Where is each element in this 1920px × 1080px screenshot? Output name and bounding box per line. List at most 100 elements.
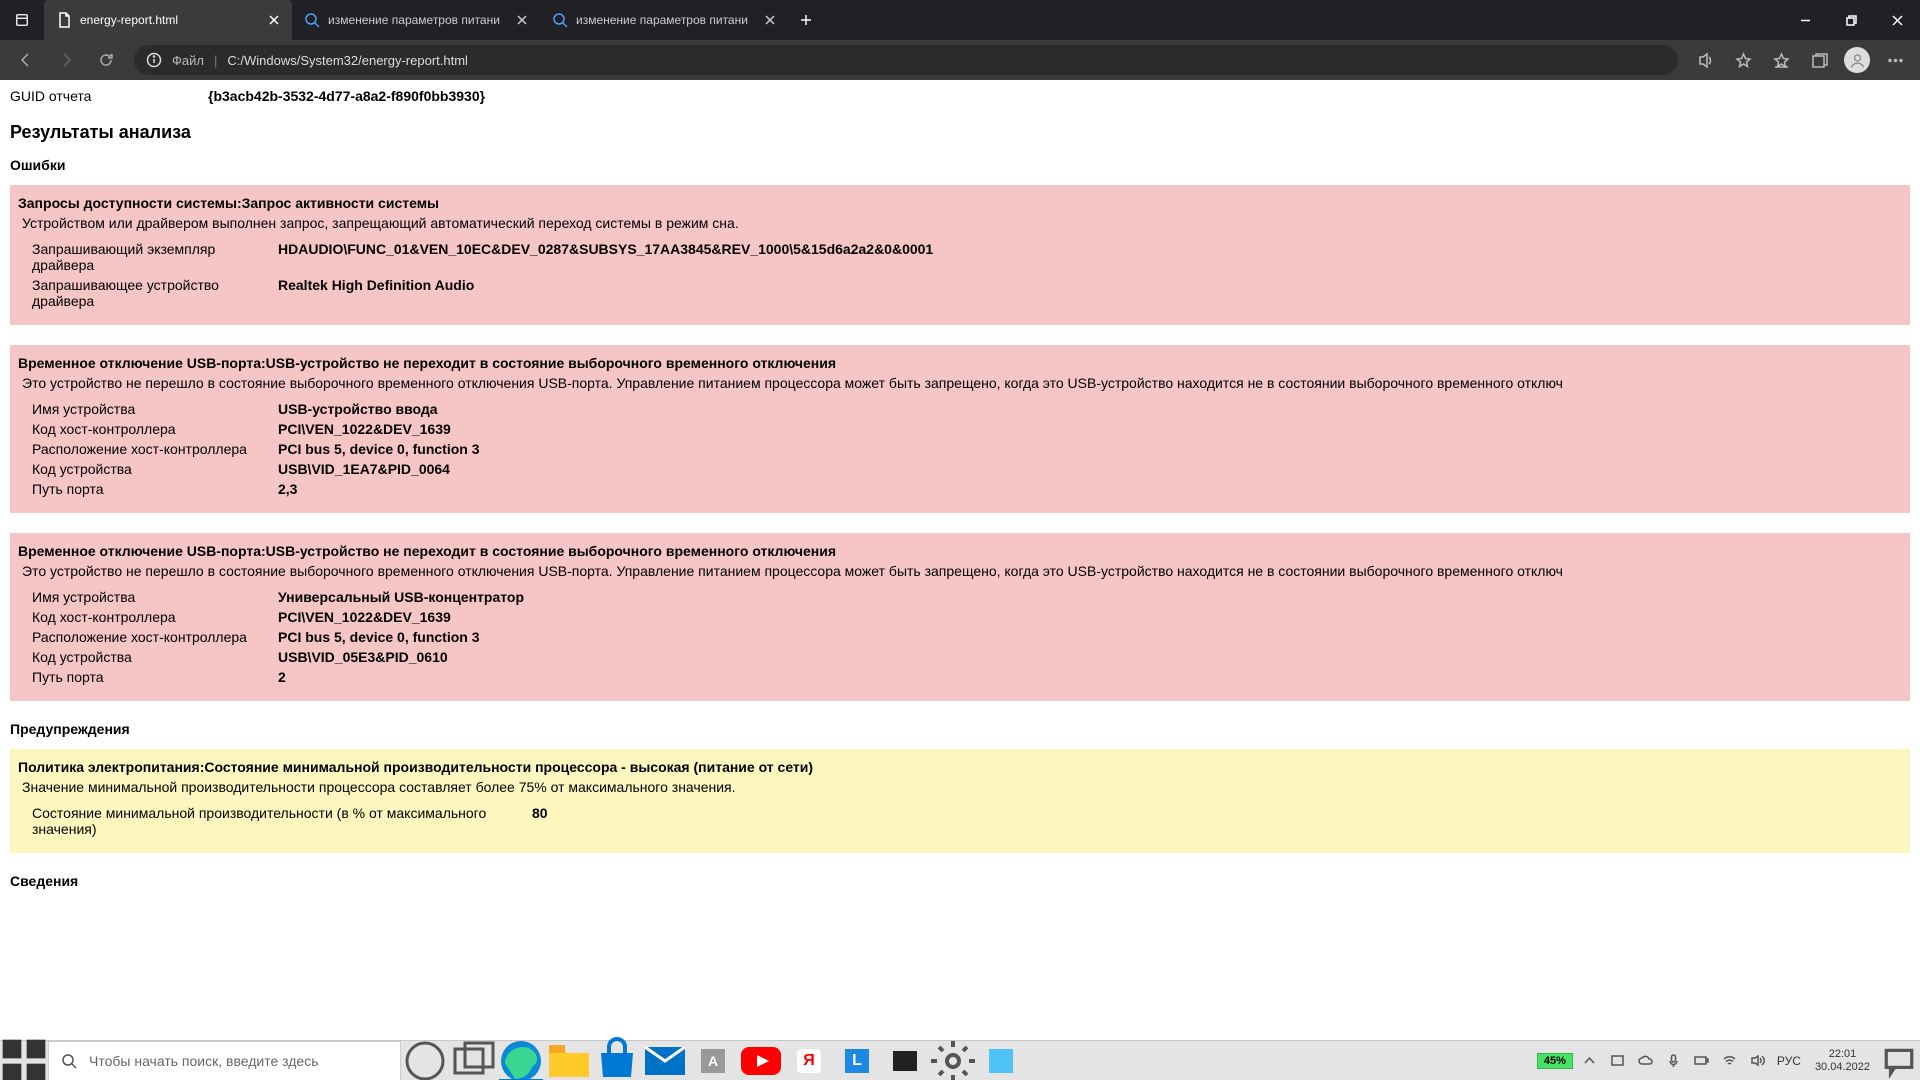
read-aloud-icon[interactable] (1688, 44, 1722, 76)
row-value: USB\VID_05E3&PID_0610 (278, 649, 448, 665)
tray-mic-icon[interactable] (1663, 1050, 1685, 1072)
tab-close-icon[interactable] (762, 12, 778, 28)
row-key: Имя устройства (32, 589, 278, 605)
tab-2[interactable]: изменение параметров питани (540, 0, 788, 40)
row-value: USB\VID_1EA7&PID_0064 (278, 461, 450, 477)
tab-title: изменение параметров питани (328, 13, 506, 27)
app-pinned-2[interactable]: L (833, 1041, 881, 1080)
box-desc: Устройством или драйвером выполнен запро… (22, 215, 1902, 231)
row-key: Состояние минимальной производительности… (32, 805, 532, 837)
err-box: Запросы доступности системы:Запрос актив… (10, 185, 1910, 325)
tray-onedrive-icon[interactable] (1635, 1050, 1657, 1072)
taskbar-search[interactable]: Чтобы начать поиск, введите здесь (48, 1041, 401, 1080)
task-view-button[interactable] (449, 1041, 497, 1080)
address-scheme-label: Файл (172, 53, 204, 68)
app-mail[interactable] (641, 1041, 689, 1080)
favorites-bar-icon[interactable] (1764, 44, 1798, 76)
row-value: PCI\VEN_1022&DEV_1639 (278, 421, 451, 437)
tab-close-icon[interactable] (514, 12, 530, 28)
box-row: Расположение хост-контроллераPCI bus 5, … (32, 441, 1902, 457)
row-key: Расположение хост-контроллера (32, 441, 278, 457)
window-controls (1782, 0, 1920, 40)
start-button[interactable] (0, 1041, 48, 1080)
box-title: Политика электропитания:Состояние минима… (18, 759, 1902, 775)
box-row: Запрашивающее устройство драйвераRealtek… (32, 277, 1902, 309)
battery-indicator[interactable]: 45% (1537, 1053, 1573, 1069)
row-value: Realtek High Definition Audio (278, 277, 474, 309)
row-key: Имя устройства (32, 401, 278, 417)
tab-1[interactable]: изменение параметров питани (292, 0, 540, 40)
notifications-icon[interactable] (1882, 1041, 1916, 1080)
minimize-button[interactable] (1782, 0, 1828, 40)
search-icon (61, 1053, 77, 1069)
browser-toolbar: Файл | (0, 40, 1920, 80)
tray-graphics-icon[interactable] (1607, 1050, 1629, 1072)
tab-title: изменение параметров питани (576, 13, 754, 27)
box-row: Состояние минимальной производительности… (32, 805, 1902, 837)
cortana-button[interactable] (401, 1041, 449, 1080)
box-row: Код хост-контроллераPCI\VEN_1022&DEV_163… (32, 421, 1902, 437)
row-value: PCI bus 5, device 0, function 3 (278, 441, 480, 457)
app-settings[interactable] (929, 1041, 977, 1080)
row-key: Код устройства (32, 461, 278, 477)
collections-icon[interactable] (1802, 44, 1836, 76)
box-title: Запросы доступности системы:Запрос актив… (18, 195, 1902, 211)
tray-wifi-icon[interactable] (1719, 1050, 1741, 1072)
guid-label: GUID отчета (10, 88, 208, 104)
tab-0[interactable]: energy-report.html (44, 0, 292, 40)
app-terminal[interactable] (881, 1041, 929, 1080)
clock-date: 30.04.2022 (1815, 1061, 1870, 1074)
err-box: Временное отключение USB-порта:USB-устро… (10, 533, 1910, 701)
box-desc: Это устройство не перешло в состояние вы… (22, 375, 1902, 391)
address-bar[interactable]: Файл | (134, 45, 1678, 75)
file-icon (56, 12, 72, 28)
box-title: Временное отключение USB-порта:USB-устро… (18, 543, 1902, 559)
app-store[interactable] (593, 1041, 641, 1080)
system-tray: 45% РУС 22:01 30.04.2022 (1537, 1041, 1920, 1080)
row-key: Запрашивающий экземпляр драйвера (32, 241, 278, 273)
box-row: Имя устройстваУниверсальный USB-концентр… (32, 589, 1902, 605)
app-explorer[interactable] (545, 1041, 593, 1080)
tray-battery-icon[interactable] (1691, 1050, 1713, 1072)
tray-volume-icon[interactable] (1747, 1050, 1769, 1072)
analysis-heading: Результаты анализа (10, 122, 1910, 143)
browser-titlebar: energy-report.html изменение параметров … (0, 0, 1920, 40)
row-key: Путь порта (32, 481, 278, 497)
app-youtube[interactable] (737, 1041, 785, 1080)
warnings-heading: Предупреждения (10, 721, 1910, 737)
box-row: Путь порта2,3 (32, 481, 1902, 497)
search-icon (552, 12, 568, 28)
back-button[interactable] (8, 44, 44, 76)
site-info-icon[interactable] (146, 52, 162, 68)
row-key: Код хост-контроллера (32, 609, 278, 625)
row-key: Код устройства (32, 649, 278, 665)
new-tab-button[interactable] (788, 0, 824, 40)
tray-chevron-up-icon[interactable] (1579, 1050, 1601, 1072)
language-indicator[interactable]: РУС (1775, 1054, 1803, 1068)
clock[interactable]: 22:01 30.04.2022 (1809, 1048, 1876, 1074)
more-icon[interactable] (1878, 44, 1912, 76)
app-edge[interactable] (497, 1041, 545, 1080)
tab-actions-button[interactable] (0, 0, 44, 40)
favorites-icon[interactable] (1726, 44, 1760, 76)
errors-heading: Ошибки (10, 157, 1910, 173)
profile-button[interactable] (1840, 44, 1874, 76)
box-row: Запрашивающий экземпляр драйвераHDAUDIO\… (32, 241, 1902, 273)
app-pinned-1[interactable]: A (689, 1041, 737, 1080)
box-row: Имя устройстваUSB-устройство ввода (32, 401, 1902, 417)
row-value: 80 (532, 805, 548, 837)
maximize-button[interactable] (1828, 0, 1874, 40)
row-value: Универсальный USB-концентратор (278, 589, 524, 605)
tab-title: energy-report.html (80, 13, 258, 27)
app-pinned-3[interactable] (977, 1041, 1025, 1080)
forward-button[interactable] (48, 44, 84, 76)
address-input[interactable] (227, 53, 1666, 68)
close-window-button[interactable] (1874, 0, 1920, 40)
info-heading: Сведения (10, 873, 1910, 889)
tab-close-icon[interactable] (266, 12, 282, 28)
windows-taskbar: Чтобы начать поиск, введите здесь A Я L … (0, 1040, 1920, 1080)
app-yandex[interactable]: Я (785, 1041, 833, 1080)
refresh-button[interactable] (88, 44, 124, 76)
row-value: 2,3 (278, 481, 297, 497)
search-placeholder: Чтобы начать поиск, введите здесь (89, 1053, 319, 1069)
